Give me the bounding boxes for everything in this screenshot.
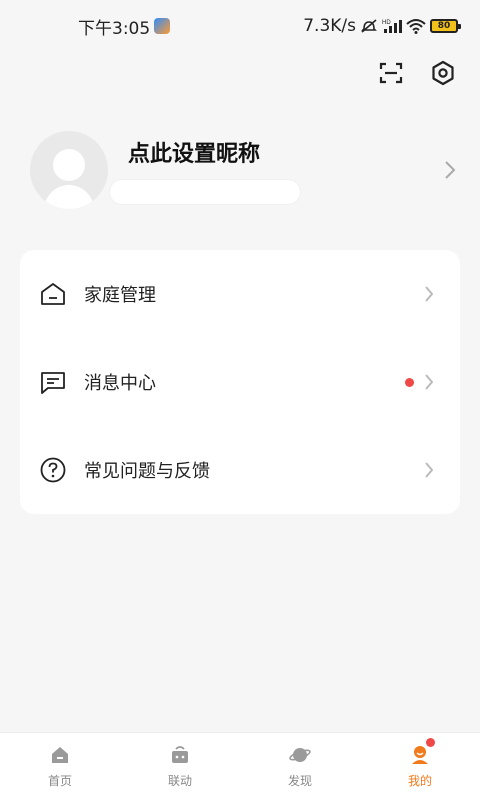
- menu-item-faq-feedback[interactable]: 常见问题与反馈: [20, 426, 460, 514]
- tab-label: 联动: [167, 774, 192, 788]
- wifi-icon: [406, 18, 426, 34]
- account-info-redacted: [110, 180, 300, 204]
- status-left: 下午3:05: [78, 14, 171, 39]
- menu-item-label: 消息中心: [84, 373, 156, 394]
- mute-icon: [360, 17, 378, 35]
- bottom-tab-bar: 首页 联动 发现 我的: [0, 732, 480, 800]
- tab-label: 我的: [407, 774, 432, 788]
- help-icon: [38, 455, 68, 485]
- menu-item-family-management[interactable]: 家庭管理: [20, 250, 460, 338]
- tab-label: 首页: [47, 774, 72, 788]
- unread-dot: [405, 377, 414, 387]
- mine-tab-icon: [409, 744, 431, 766]
- nickname[interactable]: 点此设置昵称: [128, 136, 440, 168]
- menu-item-message-center[interactable]: 消息中心: [20, 338, 460, 426]
- tab-label: 发现: [287, 774, 312, 788]
- tab-mine[interactable]: 我的: [360, 733, 480, 800]
- profile-screen: 下午3:05 7.3K/s HD 80 点此设置昵称 家庭管理 消息中心 常见问…: [0, 0, 480, 800]
- status-right: 7.3K/s HD 80: [303, 16, 461, 36]
- scan-icon[interactable]: [376, 58, 406, 88]
- avatar-body-shape: [44, 185, 94, 209]
- menu-item-label: 家庭管理: [84, 285, 156, 306]
- home-tab-icon: [49, 744, 71, 766]
- tab-home[interactable]: 首页: [0, 733, 120, 800]
- tab-discover[interactable]: 发现: [240, 733, 360, 800]
- network-speed: 7.3K/s: [303, 16, 356, 36]
- status-time: 下午3:05: [78, 18, 151, 39]
- profile-text: 点此设置昵称: [110, 136, 440, 204]
- notification-badge: [426, 738, 435, 747]
- linkage-tab-icon: [169, 744, 191, 766]
- avatar-head-shape: [53, 149, 85, 181]
- message-icon: [38, 367, 68, 397]
- svg-text:HD: HD: [382, 20, 391, 26]
- home-icon: [38, 279, 68, 309]
- menu-card: 家庭管理 消息中心 常见问题与反馈: [20, 250, 460, 514]
- chevron-right-icon: [440, 160, 460, 180]
- chevron-right-icon: [422, 461, 436, 479]
- discover-tab-icon: [289, 744, 311, 766]
- status-bar: 下午3:05 7.3K/s HD 80: [0, 0, 480, 52]
- signal-icon: HD: [382, 18, 402, 34]
- app-notification-icon: [154, 18, 171, 34]
- avatar[interactable]: [30, 131, 108, 209]
- profile-header[interactable]: 点此设置昵称: [30, 130, 460, 210]
- battery-icon: 80: [430, 19, 461, 33]
- top-actions: [376, 58, 458, 88]
- chevron-right-icon: [422, 373, 436, 391]
- menu-item-label: 常见问题与反馈: [84, 461, 210, 482]
- chevron-right-icon: [422, 285, 436, 303]
- tab-linkage[interactable]: 联动: [120, 733, 240, 800]
- settings-icon[interactable]: [428, 58, 458, 88]
